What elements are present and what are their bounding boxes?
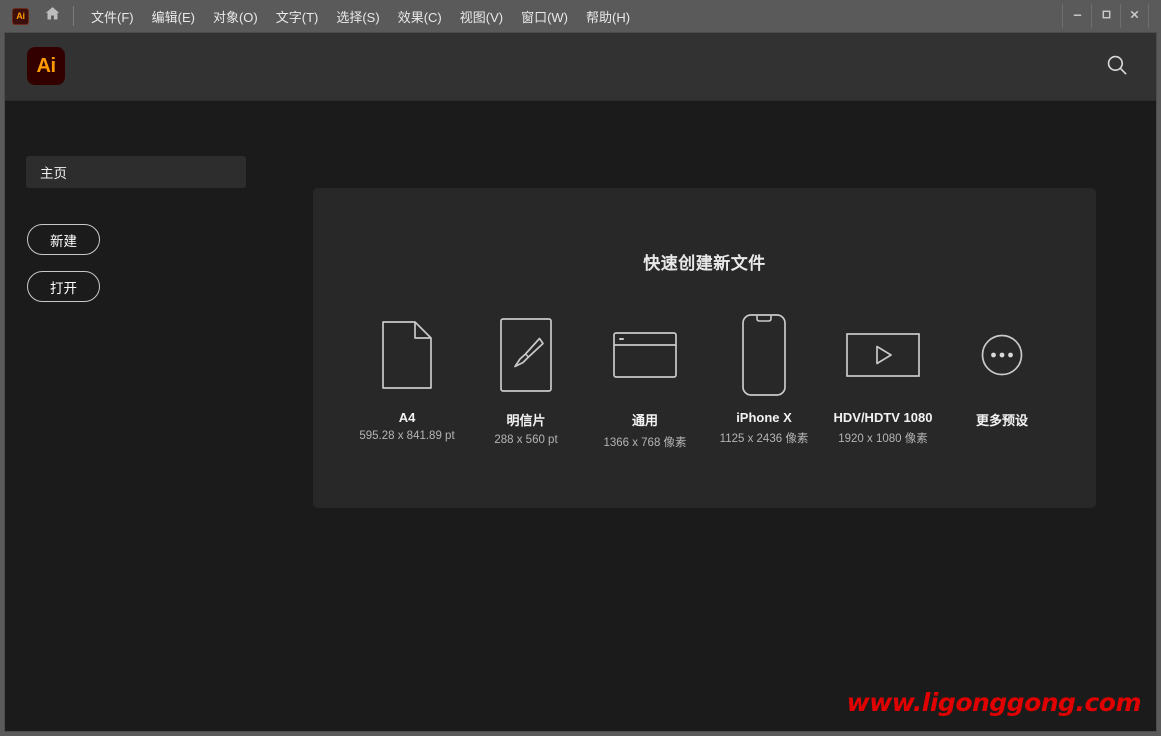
document-page-icon <box>382 312 432 398</box>
open-document-button[interactable]: 打开 <box>27 271 100 302</box>
maximize-button[interactable] <box>1091 4 1120 28</box>
search-button[interactable] <box>1102 52 1132 82</box>
preset-hdtv-1080-label: HDV/HDTV 1080 <box>833 410 933 425</box>
preset-iphone-x-label: iPhone X <box>736 410 792 425</box>
menu-item-effect[interactable]: 效果(C) <box>389 3 451 30</box>
sidebar-item-home[interactable]: 主页 <box>26 156 246 188</box>
preset-a4[interactable]: A4 595.28 x 841.89 pt <box>348 312 467 442</box>
preset-web-label: 通用 <box>631 413 658 428</box>
menu-item-edit[interactable]: 编辑(E) <box>143 3 204 30</box>
preset-more-label: 更多预设 <box>975 413 1028 428</box>
preset-postcard-label: 明信片 <box>506 413 546 428</box>
preset-more[interactable]: 更多预设 <box>943 312 1062 434</box>
preset-iphone-x[interactable]: iPhone X 1125 x 2436 像素 <box>705 312 824 446</box>
menu-item-type[interactable]: 文字(T) <box>267 3 328 30</box>
close-icon <box>1129 7 1140 25</box>
preset-postcard-dims: 288 x 560 pt <box>494 434 558 446</box>
home-button[interactable] <box>35 0 69 32</box>
preset-iphone-x-dims: 1125 x 2436 像素 <box>719 433 809 445</box>
preset-hdtv-1080-dims: 1920 x 1080 像素 <box>838 433 928 445</box>
minimize-button[interactable] <box>1062 4 1091 28</box>
title-bar: Ai 文件(F) 编辑(E) 对象(O) 文字(T) 选择(S) 效果(C) 视… <box>0 0 1161 32</box>
new-document-button[interactable]: 新建 <box>27 224 100 255</box>
menu-item-view[interactable]: 视图(V) <box>451 3 512 30</box>
preset-web-dims: 1366 x 768 像素 <box>603 437 687 449</box>
sidebar: 主页 新建 打开 <box>5 101 295 731</box>
app-logo: Ai <box>27 47 65 85</box>
menu-item-select[interactable]: 选择(S) <box>327 3 388 30</box>
preset-a4-dims: 595.28 x 841.89 pt <box>359 430 455 442</box>
window-controls <box>1062 0 1161 32</box>
menu-item-file[interactable]: 文件(F) <box>82 3 143 30</box>
app-icon-small: Ai <box>12 7 29 25</box>
preset-postcard[interactable]: 明信片 288 x 560 pt <box>467 312 586 446</box>
maximize-icon <box>1101 7 1112 25</box>
more-ellipsis-circle-icon <box>981 312 1023 398</box>
video-play-icon <box>846 312 920 398</box>
menu-item-object[interactable]: 对象(O) <box>204 3 267 30</box>
illustrator-start-screen: Ai 文件(F) 编辑(E) 对象(O) 文字(T) 选择(S) 效果(C) 视… <box>0 0 1161 736</box>
application-frame: Ai 主页 新建 打开 快速创建新文件 A4 595.28 x 841.89 p… <box>4 32 1157 732</box>
quick-create-panel: 快速创建新文件 A4 595.28 x 841.89 pt 明信片 288 x … <box>313 188 1096 508</box>
paintbrush-canvas-icon <box>500 312 552 398</box>
preset-hdtv-1080[interactable]: HDV/HDTV 1080 1920 x 1080 像素 <box>824 312 943 446</box>
watermark-text: www.ligonggong.com <box>846 688 1142 717</box>
phone-icon <box>742 312 786 398</box>
home-icon <box>44 5 61 27</box>
sidebar-item-home-label: 主页 <box>40 166 67 181</box>
panel-title: 快速创建新文件 <box>643 254 766 273</box>
app-header: Ai <box>5 33 1156 101</box>
search-icon <box>1104 52 1130 83</box>
preset-web[interactable]: 通用 1366 x 768 像素 <box>586 312 705 450</box>
menu-bar: 文件(F) 编辑(E) 对象(O) 文字(T) 选择(S) 效果(C) 视图(V… <box>82 0 639 32</box>
browser-window-icon <box>613 312 677 398</box>
preset-a4-label: A4 <box>398 410 416 425</box>
menu-divider <box>73 6 74 26</box>
menu-item-window[interactable]: 窗口(W) <box>512 3 577 30</box>
menu-item-help[interactable]: 帮助(H) <box>577 3 639 30</box>
close-button[interactable] <box>1120 4 1149 28</box>
minimize-icon <box>1072 7 1083 25</box>
preset-list: A4 595.28 x 841.89 pt 明信片 288 x 560 pt 通… <box>313 312 1096 450</box>
